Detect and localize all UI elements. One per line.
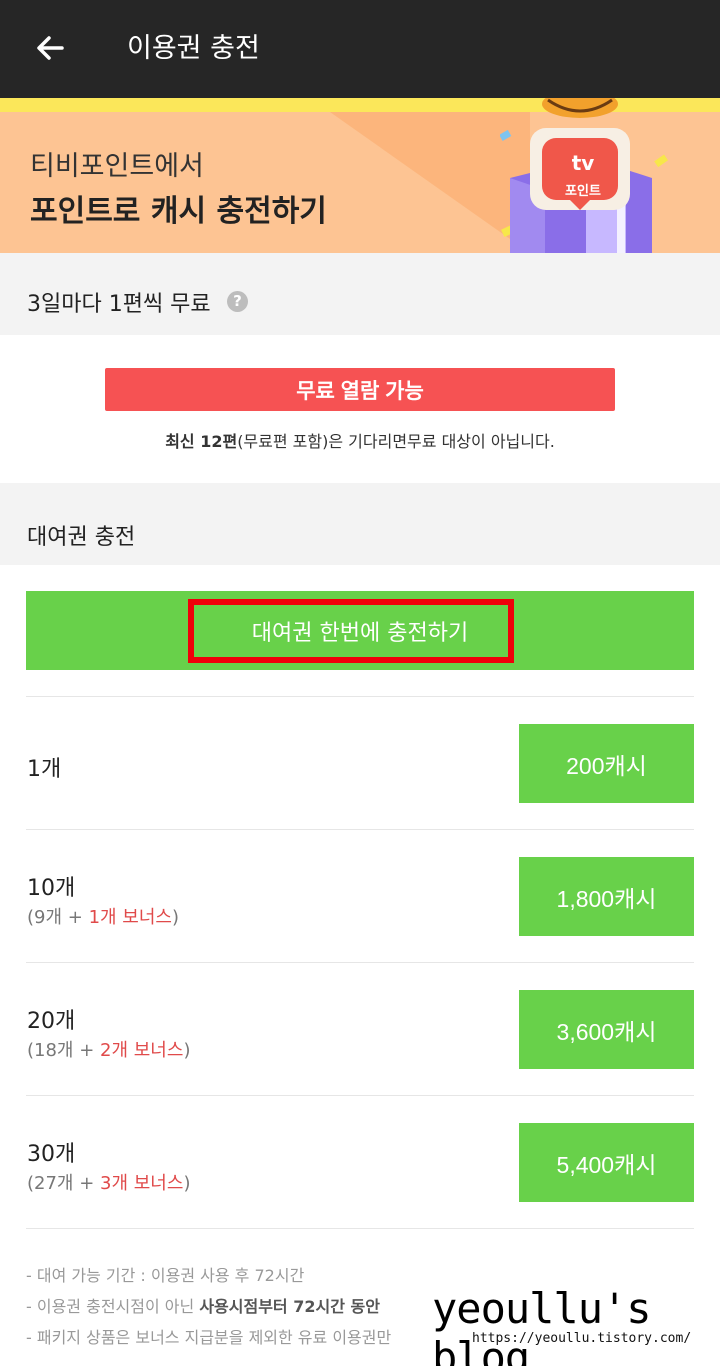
banner-subtitle: 티비포인트에서 [30, 151, 204, 182]
back-button[interactable] [30, 28, 70, 68]
package-detail-suffix: ) [171, 907, 180, 928]
package-detail: (27개 + 3개 보너스) [27, 1169, 190, 1195]
rental-section-title: 대여권 충전 [27, 525, 136, 550]
free-note: 최신 12편(무료편 포함)은 기다리면무료 대상이 아닙니다. [0, 428, 720, 452]
page-title: 이용권 충전 [127, 33, 260, 64]
banner-title: 포인트로 캐시 충전하기 [30, 194, 327, 229]
gift-box-icon [500, 98, 669, 253]
blog-watermark-url: https://yeoullu.tistory.com/ [472, 1331, 692, 1346]
package-bonus: 2개 보너스 [100, 1040, 184, 1061]
note-bold: 사용시점부터 72시간 동안 [199, 1297, 380, 1316]
package-detail-suffix: ) [183, 1173, 191, 1194]
divider [26, 696, 694, 697]
package-detail: (18개 + 2개 보너스) [27, 1036, 190, 1062]
package-price-button[interactable]: 200캐시 [519, 724, 694, 803]
package-detail: (9개 + 1개 보너스) [27, 903, 179, 929]
highlight-box [188, 599, 514, 663]
tvpoint-banner[interactable]: 티비포인트에서 포인트로 캐시 충전하기 tv 포인트 [0, 98, 720, 253]
free-note-text: (무료편 포함)은 기다리면무료 대상이 아닙니다. [237, 432, 555, 451]
free-note-bold: 최신 12편 [165, 432, 238, 451]
package-price-button[interactable]: 5,400캐시 [519, 1123, 694, 1202]
package-bonus: 3개 보너스 [100, 1173, 184, 1194]
tv-badge-label: 포인트 [565, 184, 601, 199]
help-icon[interactable]: ? [227, 291, 248, 312]
tv-badge-text: tv [571, 151, 595, 175]
package-bonus: 1개 보너스 [88, 907, 172, 928]
note-line: - 패키지 상품은 보너스 지급분을 제외한 유료 이용권만 [26, 1328, 392, 1347]
rental-section-header: 대여권 충전 [0, 483, 720, 565]
top-bar: 이용권 충전 [0, 0, 720, 98]
package-qty: 1개 [27, 757, 62, 782]
divider [26, 1095, 694, 1096]
package-price-button[interactable]: 1,800캐시 [519, 857, 694, 936]
notes: - 대여 가능 기간 : 이용권 사용 후 72시간 - 이용권 충전시점이 아… [26, 1260, 391, 1353]
free-view-button[interactable]: 무료 열람 가능 [105, 368, 615, 411]
note-line: - 대여 가능 기간 : 이용권 사용 후 72시간 [26, 1266, 305, 1285]
package-price-button[interactable]: 3,600캐시 [519, 990, 694, 1069]
package-detail-prefix: (27개 + [27, 1173, 101, 1194]
package-qty: 10개 [27, 876, 76, 901]
divider [26, 1228, 694, 1229]
package-qty: 30개 [27, 1142, 76, 1167]
package-detail-suffix: ) [183, 1040, 191, 1061]
free-section-title: 3일마다 1편씩 무료 [27, 292, 211, 317]
package-detail-prefix: (9개 + [27, 907, 89, 928]
package-qty: 20개 [27, 1009, 76, 1034]
package-detail-prefix: (18개 + [27, 1040, 101, 1061]
note-line: - 이용권 충전시점이 아닌 사용시점부터 72시간 동안 [26, 1291, 391, 1322]
arrow-left-icon [37, 36, 64, 60]
blog-watermark: yeoullu's blog [432, 1284, 720, 1366]
divider [26, 829, 694, 830]
divider [26, 962, 694, 963]
free-section-header: 3일마다 1편씩 무료 [0, 253, 720, 335]
note-text: - 이용권 충전시점이 아닌 [26, 1297, 200, 1316]
